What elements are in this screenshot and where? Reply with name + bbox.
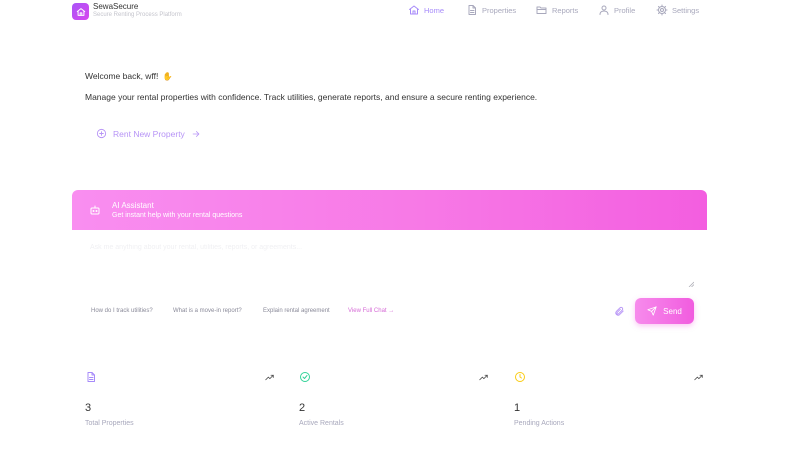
suggestion-move-in-report[interactable]: What is a move-in report?	[173, 308, 242, 314]
top-navbar: SewaSecure Secure Renting Process Platfo…	[0, 0, 806, 26]
paperclip-icon[interactable]	[614, 306, 625, 317]
home-icon	[409, 5, 419, 15]
rent-new-property-link[interactable]: Rent New Property	[96, 128, 201, 139]
stat-value: 2	[299, 402, 306, 414]
clock-icon	[515, 372, 525, 382]
trending-up-icon	[479, 374, 488, 381]
stat-value: 3	[85, 402, 92, 414]
nav-home-label: Home	[424, 5, 445, 15]
user-icon	[599, 5, 609, 15]
welcome-greeting: Welcome back, wff! ✋	[85, 71, 173, 81]
stat-label: Total Properties	[85, 420, 134, 427]
nav-profile-label: Profile	[614, 5, 636, 15]
nav-reports[interactable]: Reports	[535, 4, 578, 16]
home-icon	[76, 7, 85, 16]
send-label: Send	[663, 306, 682, 316]
stat-label: Active Rentals	[299, 420, 344, 427]
nav-properties-label: Properties	[482, 5, 517, 15]
suggestion-rental-agreement[interactable]: Explain rental agreement	[263, 308, 330, 314]
ai-chat-input[interactable]	[90, 244, 694, 288]
waving-hand-icon: ✋	[162, 72, 173, 81]
document-icon	[468, 5, 476, 15]
gear-icon	[656, 4, 668, 16]
stat-card-active-rentals: 2 Active Rentals	[299, 370, 489, 440]
plus-circle-icon	[96, 128, 107, 139]
arrow-right-icon	[192, 130, 200, 137]
stat-label: Pending Actions	[514, 420, 565, 427]
ai-assistant-header: AI Assistant Get instant help with your …	[72, 190, 707, 230]
stat-card-total-properties: 3 Total Properties	[85, 370, 275, 440]
bot-icon	[90, 205, 100, 215]
rent-new-property-label: Rent New Property	[113, 128, 185, 139]
nav-settings[interactable]: Settings	[656, 4, 699, 16]
nav-profile[interactable]: Profile	[598, 4, 635, 16]
send-icon	[647, 306, 657, 316]
ai-assistant-title: AI Assistant	[112, 201, 154, 210]
nav-reports-label: Reports	[552, 5, 579, 15]
ai-assistant-subtitle: Get instant help with your rental questi…	[112, 212, 243, 219]
logo[interactable]	[72, 3, 89, 20]
nav-properties[interactable]: Properties	[466, 4, 516, 16]
welcome-message: Manage your rental properties with confi…	[85, 92, 538, 102]
greeting-text: Welcome back, wff!	[85, 71, 159, 81]
suggestion-track-utilities[interactable]: How do I track utilities?	[91, 308, 153, 314]
view-full-chat-link[interactable]: View Full Chat →	[348, 308, 394, 314]
nav-settings-label: Settings	[672, 5, 700, 15]
brand-tagline: Secure Renting Process Platform	[93, 12, 182, 18]
send-button[interactable]: Send	[635, 298, 694, 324]
stat-value: 1	[514, 402, 521, 414]
stat-card-pending-actions: 1 Pending Actions	[514, 370, 704, 440]
resize-grip-icon[interactable]	[688, 281, 694, 287]
folder-icon	[536, 6, 547, 14]
nav-home[interactable]: Home	[408, 4, 444, 16]
brand-name: SewaSecure	[93, 2, 139, 11]
check-circle-icon	[300, 372, 310, 382]
document-icon	[87, 372, 95, 382]
trending-up-icon	[265, 374, 274, 381]
trending-up-icon	[694, 374, 703, 381]
